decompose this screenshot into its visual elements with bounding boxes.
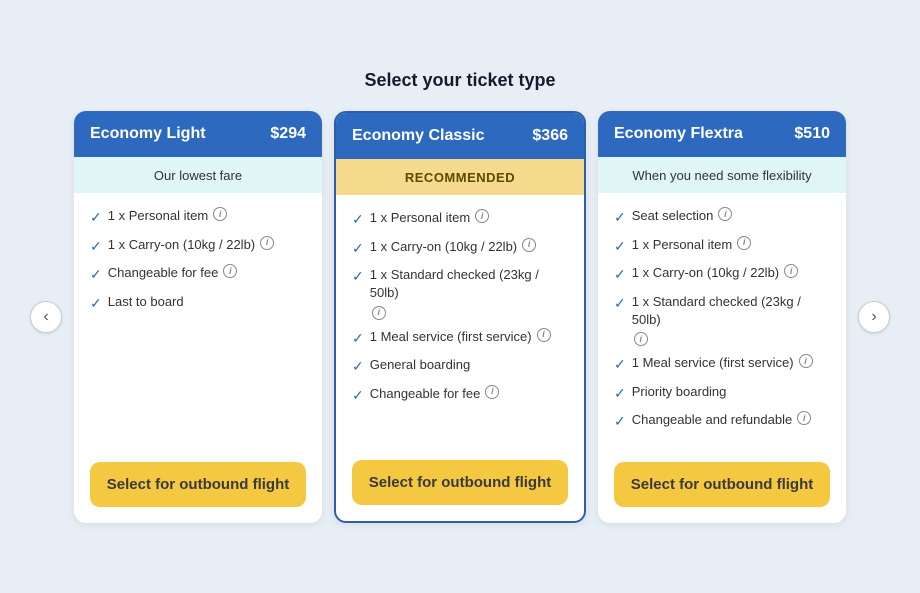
card-economy-light: Economy Light $294 Our lowest fare ✓ 1 x Per…: [74, 111, 322, 523]
check-icon-1-1: ✓: [352, 239, 364, 259]
check-icon-1-4: ✓: [352, 357, 364, 377]
check-icon-2-5: ✓: [614, 384, 626, 404]
check-icon-1-5: ✓: [352, 386, 364, 406]
feature-item-2-0: ✓ Seat selectioni: [614, 207, 830, 228]
cards-wrapper: ‹ Economy Light $294 Our lowest fare ✓ 1 x P…: [30, 111, 890, 523]
feature-text-2-6: Changeable and refundablei: [632, 411, 811, 429]
check-icon-1-0: ✓: [352, 210, 364, 230]
check-icon-2-4: ✓: [614, 355, 626, 375]
feature-item-2-5: ✓ Priority boarding: [614, 383, 830, 404]
feature-item-2-2: ✓ 1 x Carry-on (10kg / 22lb)i: [614, 264, 830, 285]
card-header-economy-classic: Economy Classic $366: [336, 113, 584, 159]
feature-item-1-2: ✓ 1 x Standard checked (23kg / 50lb)i: [352, 266, 568, 319]
card-name-economy-light: Economy Light: [90, 125, 206, 143]
select-button-economy-classic[interactable]: Select for outbound flight: [352, 460, 568, 505]
info-icon-1-3[interactable]: i: [537, 328, 551, 342]
main-container: Select your ticket type ‹ Economy Light $…: [20, 50, 900, 543]
feature-text-0-0: 1 x Personal itemi: [108, 207, 227, 225]
card-footer-economy-flextra: Select for outbound flight: [598, 446, 846, 523]
card-features-economy-classic: ✓ 1 x Personal itemi ✓ 1 x Carry-on (10kg /…: [336, 195, 584, 444]
info-icon-0-1[interactable]: i: [260, 236, 274, 250]
card-header-economy-flextra: Economy Flextra $510: [598, 111, 846, 157]
info-icon-2-3[interactable]: i: [634, 332, 648, 346]
page-title: Select your ticket type: [364, 70, 555, 91]
feature-item-2-3: ✓ 1 x Standard checked (23kg / 50lb)i: [614, 293, 830, 346]
info-icon-2-0[interactable]: i: [718, 207, 732, 221]
feature-text-0-2: Changeable for feei: [108, 264, 238, 282]
feature-item-2-1: ✓ 1 x Personal itemi: [614, 236, 830, 257]
card-name-economy-classic: Economy Classic: [352, 127, 485, 145]
feature-text-1-2: 1 x Standard checked (23kg / 50lb)i: [370, 266, 568, 319]
feature-text-2-0: Seat selectioni: [632, 207, 733, 225]
feature-item-2-6: ✓ Changeable and refundablei: [614, 411, 830, 432]
select-button-economy-flextra[interactable]: Select for outbound flight: [614, 462, 830, 507]
feature-item-1-3: ✓ 1 Meal service (first service)i: [352, 328, 568, 349]
info-icon-1-2[interactable]: i: [372, 306, 386, 320]
feature-item-0-3: ✓ Last to board: [90, 293, 306, 314]
check-icon-2-3: ✓: [614, 294, 626, 314]
feature-text-1-1: 1 x Carry-on (10kg / 22lb)i: [370, 238, 536, 256]
card-price-economy-light: $294: [270, 125, 306, 143]
feature-text-0-3: Last to board: [108, 293, 184, 311]
info-icon-2-6[interactable]: i: [797, 411, 811, 425]
info-icon-2-2[interactable]: i: [784, 264, 798, 278]
feature-text-1-0: 1 x Personal itemi: [370, 209, 489, 227]
feature-item-1-0: ✓ 1 x Personal itemi: [352, 209, 568, 230]
feature-text-2-5: Priority boarding: [632, 383, 727, 401]
card-subtitle-economy-flextra: When you need some flexibility: [598, 157, 846, 193]
feature-text-1-4: General boarding: [370, 356, 470, 374]
card-name-economy-flextra: Economy Flextra: [614, 125, 743, 143]
next-arrow[interactable]: ›: [858, 301, 890, 333]
feature-text-2-1: 1 x Personal itemi: [632, 236, 751, 254]
feature-item-0-1: ✓ 1 x Carry-on (10kg / 22lb)i: [90, 236, 306, 257]
check-icon-0-2: ✓: [90, 265, 102, 285]
check-icon-0-1: ✓: [90, 237, 102, 257]
info-icon-1-5[interactable]: i: [485, 385, 499, 399]
card-features-economy-light: ✓ 1 x Personal itemi ✓ 1 x Carry-on (10kg /…: [74, 193, 322, 446]
feature-text-1-3: 1 Meal service (first service)i: [370, 328, 551, 346]
check-icon-2-0: ✓: [614, 208, 626, 228]
feature-item-1-1: ✓ 1 x Carry-on (10kg / 22lb)i: [352, 238, 568, 259]
card-subtitle-economy-classic: RECOMMENDED: [336, 159, 584, 195]
check-icon-0-3: ✓: [90, 294, 102, 314]
feature-text-1-5: Changeable for feei: [370, 385, 500, 403]
check-icon-0-0: ✓: [90, 208, 102, 228]
info-icon-0-0[interactable]: i: [213, 207, 227, 221]
card-footer-economy-light: Select for outbound flight: [74, 446, 322, 523]
feature-text-2-4: 1 Meal service (first service)i: [632, 354, 813, 372]
check-icon-1-2: ✓: [352, 267, 364, 287]
info-icon-1-0[interactable]: i: [475, 209, 489, 223]
prev-arrow[interactable]: ‹: [30, 301, 62, 333]
card-footer-economy-classic: Select for outbound flight: [336, 444, 584, 521]
info-icon-0-2[interactable]: i: [223, 264, 237, 278]
card-economy-classic: Economy Classic $366 RECOMMENDED ✓ 1 x Perso…: [334, 111, 586, 523]
feature-item-1-4: ✓ General boarding: [352, 356, 568, 377]
feature-text-2-3: 1 x Standard checked (23kg / 50lb)i: [632, 293, 830, 346]
card-price-economy-classic: $366: [532, 127, 568, 145]
feature-item-0-0: ✓ 1 x Personal itemi: [90, 207, 306, 228]
card-header-economy-light: Economy Light $294: [74, 111, 322, 157]
card-economy-flextra: Economy Flextra $510 When you need some fl…: [598, 111, 846, 523]
feature-item-1-5: ✓ Changeable for feei: [352, 385, 568, 406]
info-icon-2-4[interactable]: i: [799, 354, 813, 368]
info-icon-2-1[interactable]: i: [737, 236, 751, 250]
check-icon-2-2: ✓: [614, 265, 626, 285]
feature-item-2-4: ✓ 1 Meal service (first service)i: [614, 354, 830, 375]
feature-text-2-2: 1 x Carry-on (10kg / 22lb)i: [632, 264, 798, 282]
check-icon-2-1: ✓: [614, 237, 626, 257]
feature-item-0-2: ✓ Changeable for feei: [90, 264, 306, 285]
select-button-economy-light[interactable]: Select for outbound flight: [90, 462, 306, 507]
check-icon-1-3: ✓: [352, 329, 364, 349]
info-icon-1-1[interactable]: i: [522, 238, 536, 252]
feature-text-0-1: 1 x Carry-on (10kg / 22lb)i: [108, 236, 274, 254]
card-features-economy-flextra: ✓ Seat selectioni ✓ 1 x Personal itemi ✓ 1 x …: [598, 193, 846, 446]
card-price-economy-flextra: $510: [794, 125, 830, 143]
check-icon-2-6: ✓: [614, 412, 626, 432]
card-subtitle-economy-light: Our lowest fare: [74, 157, 322, 193]
